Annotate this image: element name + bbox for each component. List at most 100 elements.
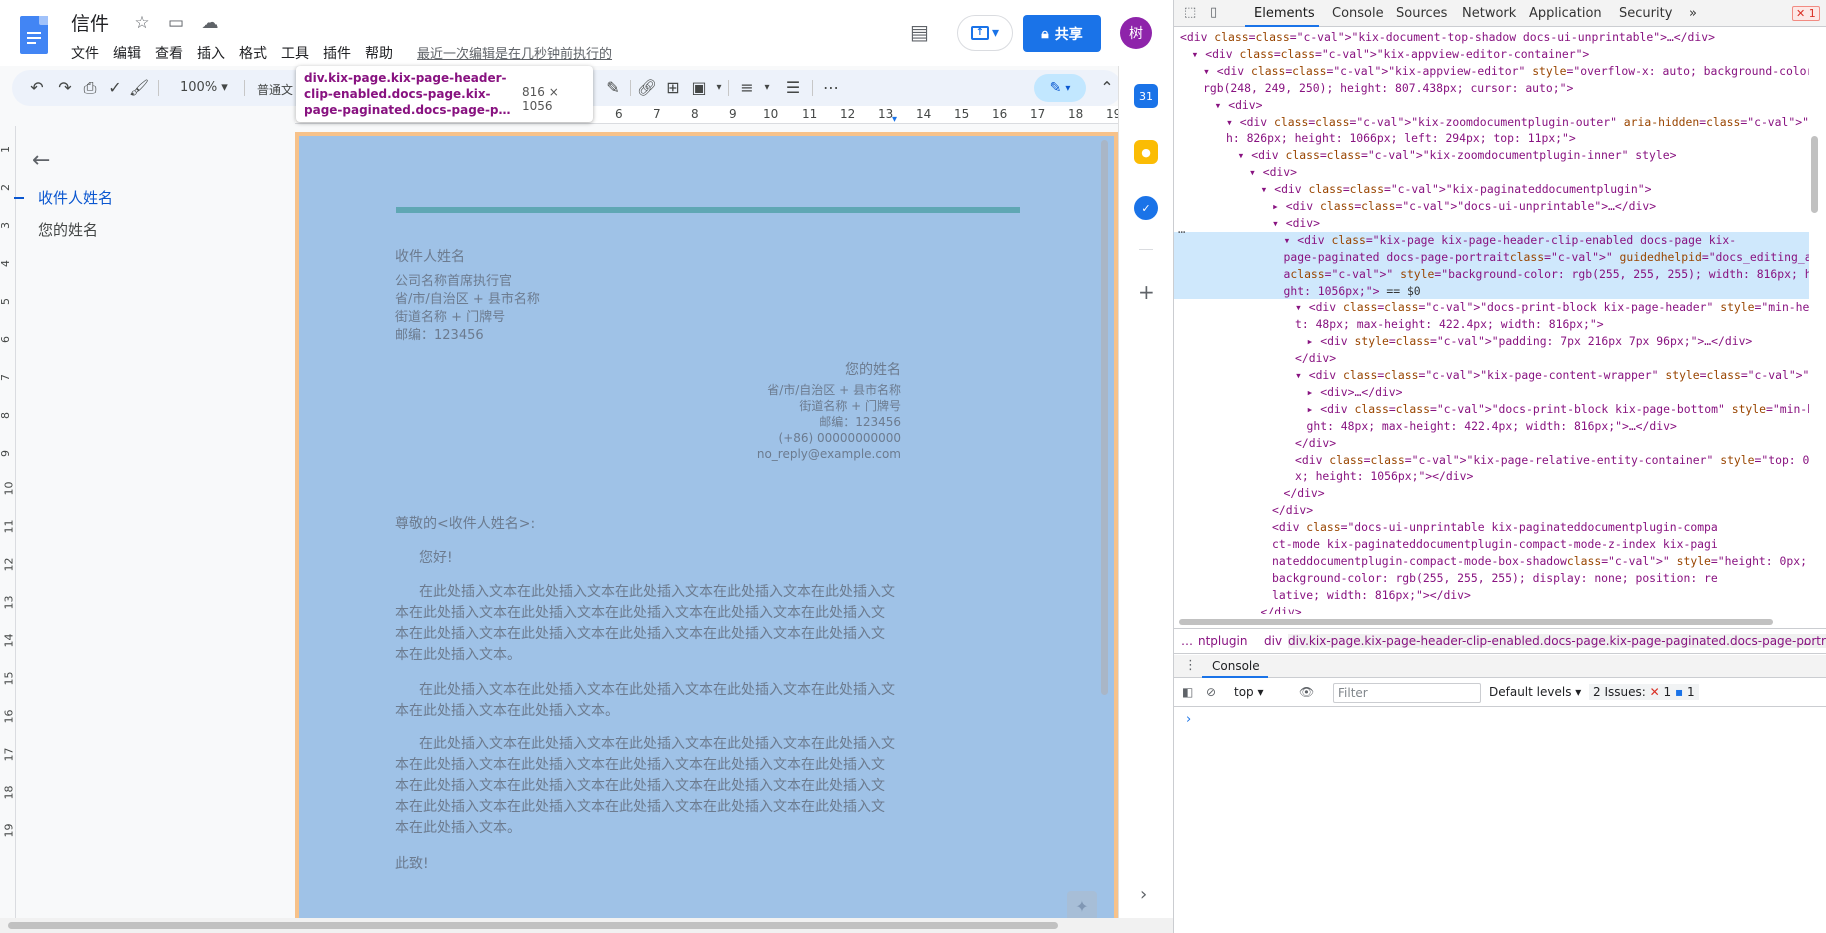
document-page[interactable]: 收件人姓名 公司名称首席执行官 省/市/自治区 + 县市名称 街道名称 + 门牌…	[295, 132, 1118, 932]
console-filter-input[interactable]: Filter	[1333, 683, 1481, 703]
share-button[interactable]: 🔒︎ 共享	[1023, 15, 1101, 52]
line-spacing-icon[interactable]: ☰	[782, 78, 804, 97]
menu-view[interactable]: 查看	[148, 42, 190, 65]
dom-node-line[interactable]: ▸ <div>…</div>	[1174, 384, 1809, 401]
dom-node-line[interactable]: ght: 48px; max-height: 422.4px; width: 8…	[1174, 418, 1809, 435]
dom-node-line[interactable]: nateddocumentplugin-compact-mode-box-sha…	[1174, 553, 1809, 570]
selected-node-menu-icon[interactable]: ⋯	[1178, 224, 1185, 241]
menu-help[interactable]: 帮助	[358, 42, 400, 65]
undo-icon[interactable]: ↶	[26, 78, 48, 97]
chevron-down-icon[interactable]: ▾	[756, 82, 778, 93]
dom-node-line[interactable]: ▾ <div class=class="c-val">"docs-print-b…	[1174, 299, 1809, 316]
more-options-icon[interactable]: ⋯	[820, 78, 842, 97]
calendar-icon[interactable]: 31	[1134, 84, 1158, 108]
dom-tree[interactable]: <div class=class="c-val">"kix-document-t…	[1174, 27, 1826, 614]
dom-node-line[interactable]: ▸ <div class=class="c-val">"docs-print-b…	[1174, 401, 1810, 418]
cloud-status-icon[interactable]: ☁	[200, 13, 220, 33]
tasks-icon[interactable]: ✓	[1134, 196, 1158, 220]
outline-item-recipient[interactable]: 收件人姓名	[38, 187, 113, 208]
chevron-down-icon[interactable]: ▾	[708, 82, 730, 93]
dom-node-line[interactable]: ct-mode kix-paginateddocumentplugin-comp…	[1174, 536, 1809, 553]
console-prompt[interactable]: ›	[1186, 712, 1191, 727]
log-levels-select[interactable]: Default levels ▾	[1489, 685, 1581, 699]
dom-node-line[interactable]: ▾ <div>	[1174, 97, 1809, 114]
redo-icon[interactable]: ↷	[54, 78, 76, 97]
last-edit-link[interactable]: 最近一次编辑是在几秒钟前执行的	[417, 43, 612, 62]
drawer-menu-icon[interactable]: ⋮	[1184, 658, 1197, 673]
device-toggle-icon[interactable]: ▯	[1210, 5, 1217, 20]
add-comment-icon[interactable]: ⊞	[662, 78, 684, 97]
breadcrumb-item[interactable]: …	[1181, 634, 1193, 648]
link-icon[interactable]: 🔗︎	[636, 78, 658, 97]
dom-node-line[interactable]: ▾ <div class="kix-page kix-page-header-c…	[1174, 231, 1809, 249]
breadcrumb-item[interactable]: div	[1264, 634, 1282, 648]
dom-node-line[interactable]: <div class="docs-ui-unprintable kix-pagi…	[1174, 519, 1809, 536]
spellcheck-icon[interactable]: ✓	[104, 78, 126, 97]
zoom-select[interactable]: 100% ▾	[180, 80, 228, 95]
present-button[interactable]: ↑ ▾	[957, 15, 1013, 51]
dom-tree-hscrollbar[interactable]	[1179, 619, 1773, 625]
dom-node-line[interactable]: ▾ <div class=class="c-val">"kix-zoomdocu…	[1174, 147, 1809, 164]
horizontal-scrollbar[interactable]	[0, 918, 1173, 933]
error-count-badge[interactable]: ✕ 1	[1792, 6, 1820, 21]
collapse-panel-icon[interactable]: ›	[1140, 884, 1147, 905]
dom-node-line[interactable]: <div class=class="c-val">"kix-document-t…	[1174, 29, 1809, 46]
menu-file[interactable]: 文件	[64, 42, 106, 65]
dom-node-line[interactable]: h: 826px; height: 1066px; left: 294px; t…	[1174, 130, 1809, 147]
dom-tree-scrollbar[interactable]	[1811, 136, 1818, 213]
tab-sources[interactable]: Sources	[1396, 6, 1447, 21]
context-select[interactable]: top ▾	[1234, 685, 1264, 699]
dom-node-line[interactable]: page-paginated docs-page-portraitclass="…	[1174, 248, 1809, 266]
breadcrumb-item-selected[interactable]: div.kix-page.kix-page-header-clip-enable…	[1288, 634, 1826, 648]
dom-node-line[interactable]: t: 48px; max-height: 422.4px; width: 816…	[1174, 316, 1809, 333]
add-addon-icon[interactable]: +	[1138, 280, 1155, 304]
star-icon[interactable]: ☆	[132, 13, 152, 33]
dom-node-line[interactable]: rgb(248, 249, 250); height: 807.438px; c…	[1174, 80, 1809, 97]
dom-node-line[interactable]: lative; width: 816px;"></div>	[1174, 587, 1809, 604]
menu-format[interactable]: 格式	[232, 42, 274, 65]
keep-icon[interactable]: ●	[1134, 140, 1158, 164]
document-title[interactable]: 信件	[71, 9, 109, 36]
dom-node-line[interactable]: x; height: 1056px;"></div>	[1174, 468, 1809, 485]
dom-node-line[interactable]: <div class=class="c-val">"kix-page-relat…	[1174, 452, 1809, 469]
more-tabs-button[interactable]: »	[1689, 6, 1697, 21]
dom-node-line[interactable]: </div>	[1174, 350, 1809, 367]
tab-elements[interactable]: Elements	[1254, 6, 1315, 21]
live-expression-icon[interactable]: 👁︎	[1299, 685, 1314, 699]
editing-mode-button[interactable]: ✎ ▾	[1034, 74, 1086, 102]
breadcrumb-item[interactable]: ntplugin	[1198, 634, 1247, 648]
docs-logo-icon[interactable]	[20, 16, 48, 54]
move-folder-icon[interactable]: ▭	[166, 13, 186, 33]
breadcrumb-item[interactable]: …	[1803, 634, 1815, 648]
sidebar-toggle-icon[interactable]: ◧	[1182, 685, 1193, 699]
avatar[interactable]: 树	[1120, 17, 1152, 49]
explore-icon[interactable]: ✦	[1067, 891, 1097, 921]
editor-scrollbar[interactable]	[1101, 140, 1108, 695]
clear-console-icon[interactable]: ⊘	[1206, 685, 1216, 699]
highlight-icon[interactable]: ✎	[602, 78, 624, 97]
dom-node-line[interactable]: ▾ <div class=class="c-val">"kix-page-con…	[1174, 367, 1809, 384]
dom-node-line[interactable]: </div>	[1174, 502, 1809, 519]
drawer-tab-console[interactable]: Console	[1212, 659, 1260, 673]
tab-console[interactable]: Console	[1332, 6, 1384, 21]
dom-node-line[interactable]: ▾ <div class=class="c-val">"kix-zoomdocu…	[1174, 114, 1809, 131]
dom-node-line[interactable]: </div>	[1174, 604, 1809, 614]
menu-edit[interactable]: 编辑	[106, 42, 148, 65]
tab-application[interactable]: Application	[1529, 6, 1602, 21]
insert-image-icon[interactable]: ▣	[688, 78, 710, 97]
inspect-element-icon[interactable]: ⬚	[1184, 5, 1196, 20]
tab-network[interactable]: Network	[1462, 6, 1516, 21]
comment-history-icon[interactable]: ▤	[910, 20, 929, 44]
paint-format-icon[interactable]: 🖌︎	[128, 78, 150, 97]
dom-node-line[interactable]: </div>	[1174, 485, 1809, 502]
dom-node-line[interactable]: </div>	[1174, 435, 1809, 452]
dom-node-line[interactable]: ▾ <div>	[1174, 164, 1809, 181]
vertical-ruler[interactable]: 1 2 3 4 5 6 7 8 9 10 11 12 13 14 15 16 1…	[0, 126, 16, 926]
dom-node-line[interactable]: ▸ <div style=class="c-val">"padding: 7px…	[1174, 333, 1809, 350]
menu-addons[interactable]: 插件	[316, 42, 358, 65]
menu-insert[interactable]: 插入	[190, 42, 232, 65]
print-icon[interactable]: ⎙	[79, 78, 101, 98]
dom-node-line[interactable]: ▾ <div class=class="c-val">"kix-appview-…	[1174, 46, 1809, 63]
dom-node-line[interactable]: ▸ <div class=class="c-val">"docs-ui-unpr…	[1174, 198, 1809, 215]
dom-node-line[interactable]: ▾ <div class=class="c-val">"kix-appview-…	[1174, 63, 1809, 80]
